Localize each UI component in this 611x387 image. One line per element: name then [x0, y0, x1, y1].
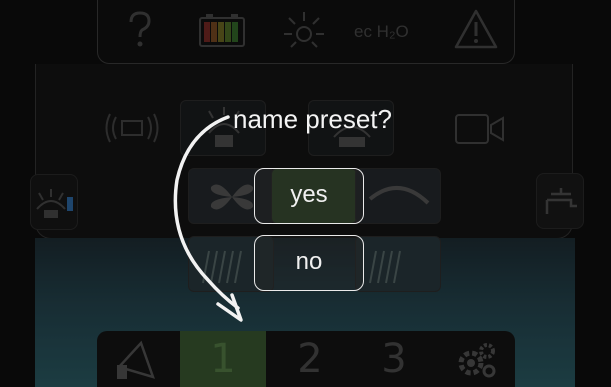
ec-water-label: ec H₂O	[354, 22, 409, 41]
help-icon[interactable]	[126, 10, 154, 54]
preset-1-tab[interactable]: 1	[180, 331, 266, 387]
preset-bar: 1 2 3	[97, 331, 515, 387]
status-panel: ec H₂O	[97, 0, 515, 64]
brightness-icon[interactable]	[281, 8, 327, 56]
battery-icon[interactable]	[198, 12, 248, 52]
app-screen: ec H₂O 1 2 3 name preset? yes no	[0, 0, 611, 387]
brush-right-tile[interactable]	[355, 236, 441, 292]
camera-icon[interactable]	[453, 111, 509, 151]
dialog-title: name preset?	[233, 104, 392, 134]
preset-2-tab[interactable]: 2	[267, 331, 353, 387]
no-button[interactable]: no	[254, 235, 364, 291]
warning-icon[interactable]	[453, 8, 499, 54]
hose-mode-tile[interactable]	[355, 168, 441, 224]
settings-gears-icon[interactable]	[453, 339, 499, 385]
preset-3-tab[interactable]: 3	[351, 331, 437, 387]
left-spray-button[interactable]	[30, 174, 78, 230]
spray-nozzle-icon[interactable]	[113, 337, 163, 385]
water-tap-button[interactable]	[536, 173, 584, 229]
vibration-icon[interactable]	[104, 109, 160, 153]
yes-button[interactable]: yes	[254, 168, 364, 224]
